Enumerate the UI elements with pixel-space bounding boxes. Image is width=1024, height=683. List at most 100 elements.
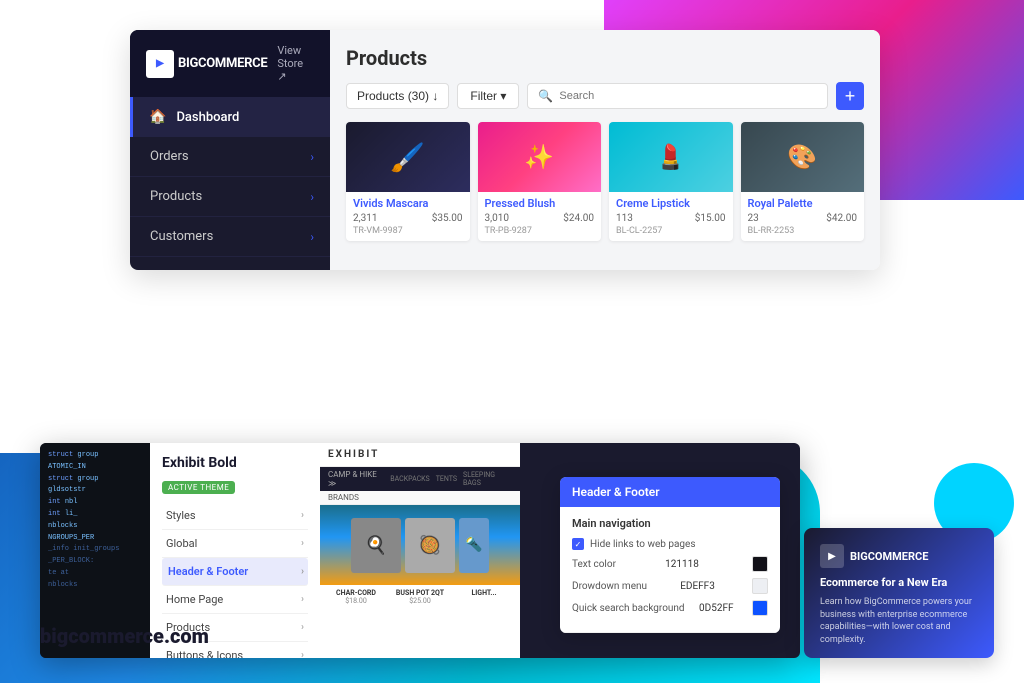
- products-grid: 🖌️ Vivids Mascara 2,311 $35.00 TR-VM-998…: [346, 122, 864, 241]
- product-sales-mascara: 2,311: [353, 213, 377, 224]
- buttons-chevron-icon: ›: [301, 650, 304, 658]
- sidebar-item-customers[interactable]: Customers ›: [130, 217, 330, 257]
- product-name-blush[interactable]: Pressed Blush: [485, 197, 595, 210]
- product-name-mascara[interactable]: Vivids Mascara: [353, 197, 463, 210]
- admin-panel: BIGCOMMERCE View Store ↗ 🏠 Dashboard Ord…: [130, 30, 880, 270]
- products-theme-chevron-icon: ›: [301, 622, 304, 633]
- br-logo-text: BIGCOMMERCE: [850, 550, 928, 563]
- product-name-palette[interactable]: Royal Palette: [748, 197, 858, 210]
- hf-modal-title: Header & Footer: [560, 477, 780, 507]
- admin-sidebar: BIGCOMMERCE View Store ↗ 🏠 Dashboard Ord…: [130, 30, 330, 270]
- br-logo: ▶ BIGCOMMERCE: [820, 544, 978, 568]
- product-info-lipstick: Creme Lipstick 113 $15.00 BL-CL-2257: [609, 192, 733, 241]
- products-toolbar: Products (30) ↓ Filter ▾ 🔍 +: [346, 82, 864, 110]
- product-card-lipstick: 💄 Creme Lipstick 113 $15.00 BL-CL-2257: [609, 122, 733, 241]
- theme-nav-header-footer[interactable]: Header & Footer ›: [162, 558, 308, 586]
- quick-search-label: Quick search background: [572, 603, 685, 614]
- filter-button[interactable]: Filter ▾: [457, 83, 519, 109]
- bottom-right-panel: ▶ BIGCOMMERCE Ecommerce for a New Era Le…: [804, 528, 994, 658]
- hf-modal-body: Main navigation ✓ Hide links to web page…: [560, 507, 780, 633]
- view-store-button[interactable]: View Store ↗: [277, 44, 314, 83]
- store-brand-name: EXHIBIT: [320, 443, 520, 467]
- product-info-blush: Pressed Blush 3,010 $24.00 TR-PB-9287: [478, 192, 602, 241]
- search-icon: 🔍: [538, 89, 553, 103]
- product-sales-palette: 23: [748, 213, 759, 224]
- product-stats-blush: 3,010 $24.00: [485, 213, 595, 224]
- dropdown-color-swatch[interactable]: [752, 578, 768, 594]
- product-price-palette: $42.00: [826, 213, 857, 224]
- theme-nav-global[interactable]: Global ›: [162, 530, 308, 558]
- product-stats-mascara: 2,311 $35.00: [353, 213, 463, 224]
- products-count-button[interactable]: Products (30) ↓: [346, 83, 449, 109]
- product-card-palette: 🎨 Royal Palette 23 $42.00 BL-RR-2253: [741, 122, 865, 241]
- text-color-row: Text color 121118: [572, 556, 768, 572]
- product-image-lipstick: 💄: [609, 122, 733, 192]
- product-price-lipstick: $15.00: [695, 213, 726, 224]
- hf-checkbox-row: ✓ Hide links to web pages: [572, 538, 768, 550]
- product-card-mascara: 🖌️ Vivids Mascara 2,311 $35.00 TR-VM-998…: [346, 122, 470, 241]
- text-color-value: 121118: [665, 559, 699, 570]
- theme-nav-styles[interactable]: Styles ›: [162, 502, 308, 530]
- theme-nav-homepage[interactable]: Home Page ›: [162, 586, 308, 614]
- products-label: Products: [150, 189, 202, 204]
- dropdown-value: EDEFF3: [680, 581, 715, 592]
- logo-text: BIGCOMMERCE: [178, 56, 267, 71]
- quick-search-color-swatch[interactable]: [752, 600, 768, 616]
- page-title: Products: [346, 46, 864, 70]
- product-sales-blush: 3,010: [485, 213, 509, 224]
- br-logo-icon: ▶: [820, 544, 844, 568]
- products-chevron-icon: ›: [310, 190, 314, 204]
- homepage-chevron-icon: ›: [301, 594, 304, 605]
- add-product-button[interactable]: +: [836, 82, 864, 110]
- sidebar-item-dashboard[interactable]: 🏠 Dashboard: [130, 97, 330, 137]
- product-sku-mascara: TR-VM-9987: [353, 226, 463, 236]
- product-image-blush: ✨: [478, 122, 602, 192]
- product-info-mascara: Vivids Mascara 2,311 $35.00 TR-VM-9987: [346, 192, 470, 241]
- search-bar: 🔍: [527, 83, 828, 109]
- header-footer-modal: Header & Footer Main navigation ✓ Hide l…: [560, 477, 780, 633]
- product-name-lipstick[interactable]: Creme Lipstick: [616, 197, 726, 210]
- text-color-swatch[interactable]: [752, 556, 768, 572]
- product-card-blush: ✨ Pressed Blush 3,010 $24.00 TR-PB-9287: [478, 122, 602, 241]
- product-image-palette: 🎨: [741, 122, 865, 192]
- orders-label: Orders: [150, 149, 189, 164]
- dashboard-label: Dashboard: [176, 110, 239, 125]
- store-preview: EXHIBIT CAMP & HIKE ≫ BACKPACKS TENTS SL…: [320, 443, 520, 658]
- quick-search-value: 0D52FF: [699, 603, 733, 614]
- product-sku-blush: TR-PB-9287: [485, 226, 595, 236]
- sidebar-item-orders[interactable]: Orders ›: [130, 137, 330, 177]
- dropdown-menu-row: Drowdown menu EDEFF3: [572, 578, 768, 594]
- hf-chevron-icon: ›: [301, 566, 304, 577]
- global-chevron-icon: ›: [301, 538, 304, 549]
- search-input[interactable]: [559, 90, 817, 102]
- hide-links-checkbox[interactable]: ✓: [572, 538, 584, 550]
- admin-main-content: Products Products (30) ↓ Filter ▾ 🔍 + 🖌️…: [330, 30, 880, 270]
- product-stats-lipstick: 113 $15.00: [616, 213, 726, 224]
- logo-icon: [146, 50, 174, 78]
- text-color-label: Text color: [572, 559, 616, 570]
- hide-links-label: Hide links to web pages: [590, 539, 768, 550]
- customers-chevron-icon: ›: [310, 230, 314, 244]
- store-hero-image: 🍳 🥘 🔦: [320, 505, 520, 585]
- theme-name: Exhibit Bold: [162, 455, 308, 471]
- product-price-blush: $24.00: [563, 213, 594, 224]
- product-sales-lipstick: 113: [616, 213, 633, 224]
- product-sku-lipstick: BL-CL-2257: [616, 226, 726, 236]
- sidebar-item-products[interactable]: Products ›: [130, 177, 330, 217]
- theme-badge: ACTIVE THEME: [162, 481, 235, 494]
- br-title: Ecommerce for a New Era: [820, 576, 978, 590]
- product-sku-palette: BL-RR-2253: [748, 226, 858, 236]
- product-stats-palette: 23 $42.00: [748, 213, 858, 224]
- dropdown-label: Drowdown menu: [572, 581, 647, 592]
- styles-chevron-icon: ›: [301, 510, 304, 521]
- br-description: Learn how BigCommerce powers your busine…: [820, 596, 978, 646]
- website-label: bigcommerce.com: [40, 624, 209, 648]
- customers-label: Customers: [150, 229, 213, 244]
- sidebar-header: BIGCOMMERCE View Store ↗: [130, 30, 330, 97]
- quick-search-row: Quick search background 0D52FF: [572, 600, 768, 616]
- orders-chevron-icon: ›: [310, 150, 314, 164]
- dashboard-icon: 🏠: [149, 109, 166, 125]
- product-price-mascara: $35.00: [432, 213, 463, 224]
- bigcommerce-logo: BIGCOMMERCE: [146, 50, 267, 78]
- product-info-palette: Royal Palette 23 $42.00 BL-RR-2253: [741, 192, 865, 241]
